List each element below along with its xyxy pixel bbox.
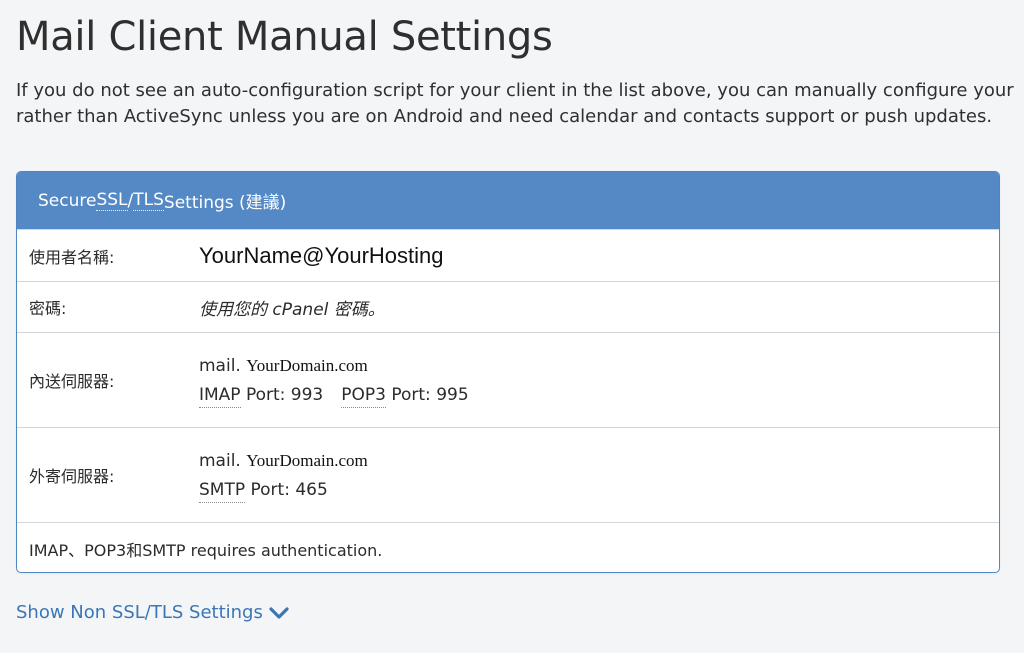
password-value: 使用您的 cPanel 密碼。 bbox=[199, 299, 385, 320]
intro-line-2: rather than ActiveSync unless you are on… bbox=[16, 106, 993, 127]
intro-text: If you do not see an auto-configuration … bbox=[16, 78, 1024, 130]
imap-port: Port: 993 bbox=[240, 384, 324, 405]
toggle-link-label[interactable]: Show Non SSL/TLS Settings bbox=[16, 602, 263, 623]
pop3-abbr: POP3 bbox=[341, 384, 386, 408]
smtp-port: Port: 465 bbox=[245, 479, 328, 500]
ssl-abbr: SSL bbox=[96, 190, 128, 211]
outgoing-ports: SMTP Port: 465 bbox=[199, 476, 368, 505]
tls-abbr: TLS bbox=[133, 190, 164, 211]
smtp-abbr: SMTP bbox=[199, 479, 246, 503]
header-suffix: Settings (建議) bbox=[163, 193, 287, 213]
incoming-host: mail. YourDomain.com bbox=[199, 351, 469, 381]
incoming-server-row: 內送伺服器: mail. YourDomain.com IMAP Port: 9… bbox=[17, 332, 999, 427]
show-non-ssl-settings-link[interactable]: Show Non SSL/TLS Settings bbox=[16, 602, 289, 623]
password-row: 密碼: 使用您的 cPanel 密碼。 bbox=[17, 281, 999, 332]
header-prefix: Secure bbox=[38, 190, 97, 211]
outgoing-host-prefix: mail. bbox=[199, 450, 241, 471]
incoming-host-domain: YourDomain.com bbox=[246, 355, 368, 375]
authentication-note-row: IMAP、POP3和SMTP requires authentication. bbox=[17, 522, 999, 572]
panel-header: Secure SSL / TLS Settings (建議) bbox=[17, 172, 999, 229]
authentication-note: IMAP、POP3和SMTP requires authentication. bbox=[29, 541, 383, 560]
secure-settings-panel: Secure SSL / TLS Settings (建議) 使用者名稱: Your… bbox=[16, 171, 1000, 573]
username-row: 使用者名稱: YourName@YourHosting bbox=[17, 229, 999, 281]
incoming-server-label: 內送伺服器: bbox=[29, 372, 115, 391]
outgoing-host-domain: YourDomain.com bbox=[246, 450, 368, 470]
page-title: Mail Client Manual Settings bbox=[16, 14, 553, 60]
chevron-down-icon[interactable] bbox=[269, 606, 289, 620]
outgoing-server-row: 外寄伺服器: mail. YourDomain.com SMTP Port: 4… bbox=[17, 427, 999, 522]
imap-abbr: IMAP bbox=[199, 384, 241, 408]
pop3-port: Port: 995 bbox=[385, 384, 469, 405]
username-value: YourName@YourHosting bbox=[199, 242, 444, 268]
intro-line-1: If you do not see an auto-configuration … bbox=[16, 80, 1014, 101]
incoming-ports: IMAP Port: 993 POP3 Port: 995 bbox=[199, 381, 469, 410]
outgoing-server-value: mail. YourDomain.com SMTP Port: 465 bbox=[199, 446, 368, 505]
password-label: 密碼: bbox=[29, 299, 67, 318]
incoming-server-value: mail. YourDomain.com IMAP Port: 993 POP3 … bbox=[199, 351, 469, 410]
outgoing-server-label: 外寄伺服器: bbox=[29, 467, 115, 486]
username-label: 使用者名稱: bbox=[29, 247, 115, 267]
outgoing-host: mail. YourDomain.com bbox=[199, 446, 368, 476]
incoming-host-prefix: mail. bbox=[199, 355, 241, 376]
